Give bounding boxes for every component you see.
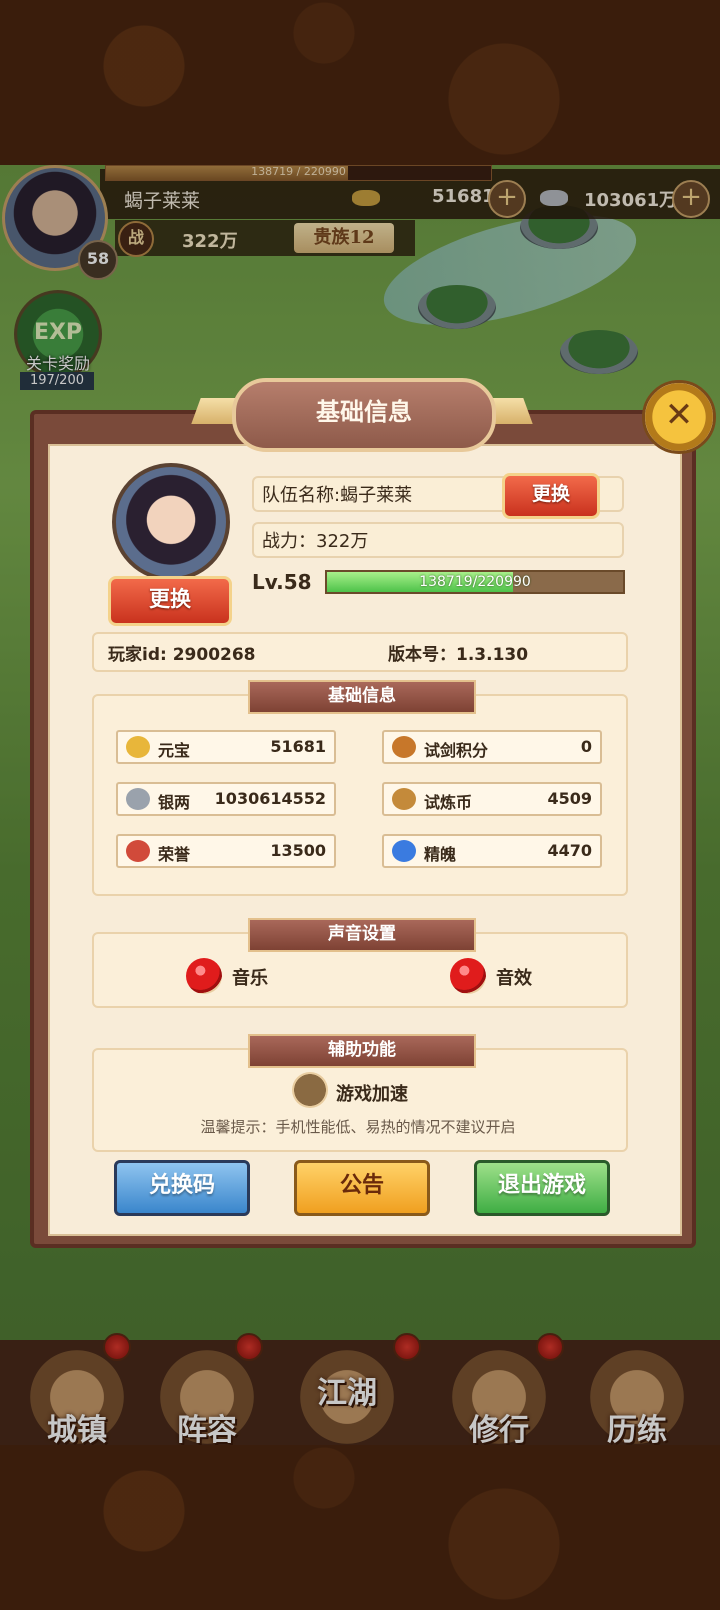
stat-value: 0: [580, 737, 592, 756]
music-label: 音乐: [232, 968, 268, 989]
power-field: 战力：322万: [252, 522, 624, 558]
silver-ingot-icon: [126, 788, 150, 810]
change-name-button[interactable]: 更换: [502, 473, 600, 519]
stat-silver: 银两 1030614552: [116, 782, 336, 816]
exp-progress-text: 138719/220990: [419, 574, 531, 590]
stat-value: 4509: [547, 789, 592, 808]
honor-icon: [126, 840, 150, 862]
trial-coin-icon: [392, 788, 416, 810]
notice-button[interactable]: 公告: [294, 1160, 430, 1216]
stat-name: 精魄: [424, 845, 457, 864]
change-avatar-button[interactable]: 更换: [108, 576, 232, 626]
stats-heading: 基础信息: [248, 680, 476, 714]
close-icon[interactable]: ✕: [642, 380, 716, 454]
modal-title: 基础信息: [316, 398, 412, 426]
music-toggle[interactable]: [186, 958, 222, 994]
stat-value: 1030614552: [214, 789, 326, 808]
version-number: 版本号：1.3.130: [388, 645, 529, 665]
soul-icon: [392, 840, 416, 862]
speed-toggle[interactable]: [292, 1072, 328, 1108]
stat-name: 荣誉: [158, 845, 191, 864]
quit-game-button[interactable]: 退出游戏: [474, 1160, 610, 1216]
stat-name: 银两: [158, 793, 191, 812]
speed-label: 游戏加速: [336, 1084, 408, 1105]
stat-honor: 荣誉 13500: [116, 834, 336, 868]
sword-points-icon: [392, 736, 416, 758]
sfx-label: 音效: [496, 968, 532, 989]
stat-name: 试剑积分: [424, 741, 489, 760]
stat-name: 元宝: [158, 741, 191, 760]
sound-heading: 声音设置: [248, 918, 476, 952]
aux-heading: 辅助功能: [248, 1034, 476, 1068]
stat-soul: 精魄 4470: [382, 834, 602, 868]
player-id: 玩家id: 2900268: [108, 645, 256, 665]
stat-gold: 元宝 51681: [116, 730, 336, 764]
stat-trial-coin: 试炼币 4509: [382, 782, 602, 816]
sfx-toggle[interactable]: [450, 958, 486, 994]
level-label: Lv.58: [252, 570, 312, 594]
stat-sword-points: 试剑积分 0: [382, 730, 602, 764]
redeem-code-button[interactable]: 兑换码: [114, 1160, 250, 1216]
stat-name: 试炼币: [424, 793, 473, 812]
gold-ingot-icon: [126, 736, 150, 758]
top-decor-band: [0, 0, 720, 165]
stat-value: 4470: [547, 841, 592, 860]
performance-tip: 温馨提示：手机性能低、易热的情况不建议开启: [200, 1118, 516, 1136]
exp-progress-bar: 138719/220990: [325, 570, 625, 594]
player-portrait: [112, 463, 230, 581]
stat-value: 13500: [270, 841, 326, 860]
stat-value: 51681: [270, 737, 326, 756]
bottom-decor-band: [0, 1445, 720, 1610]
